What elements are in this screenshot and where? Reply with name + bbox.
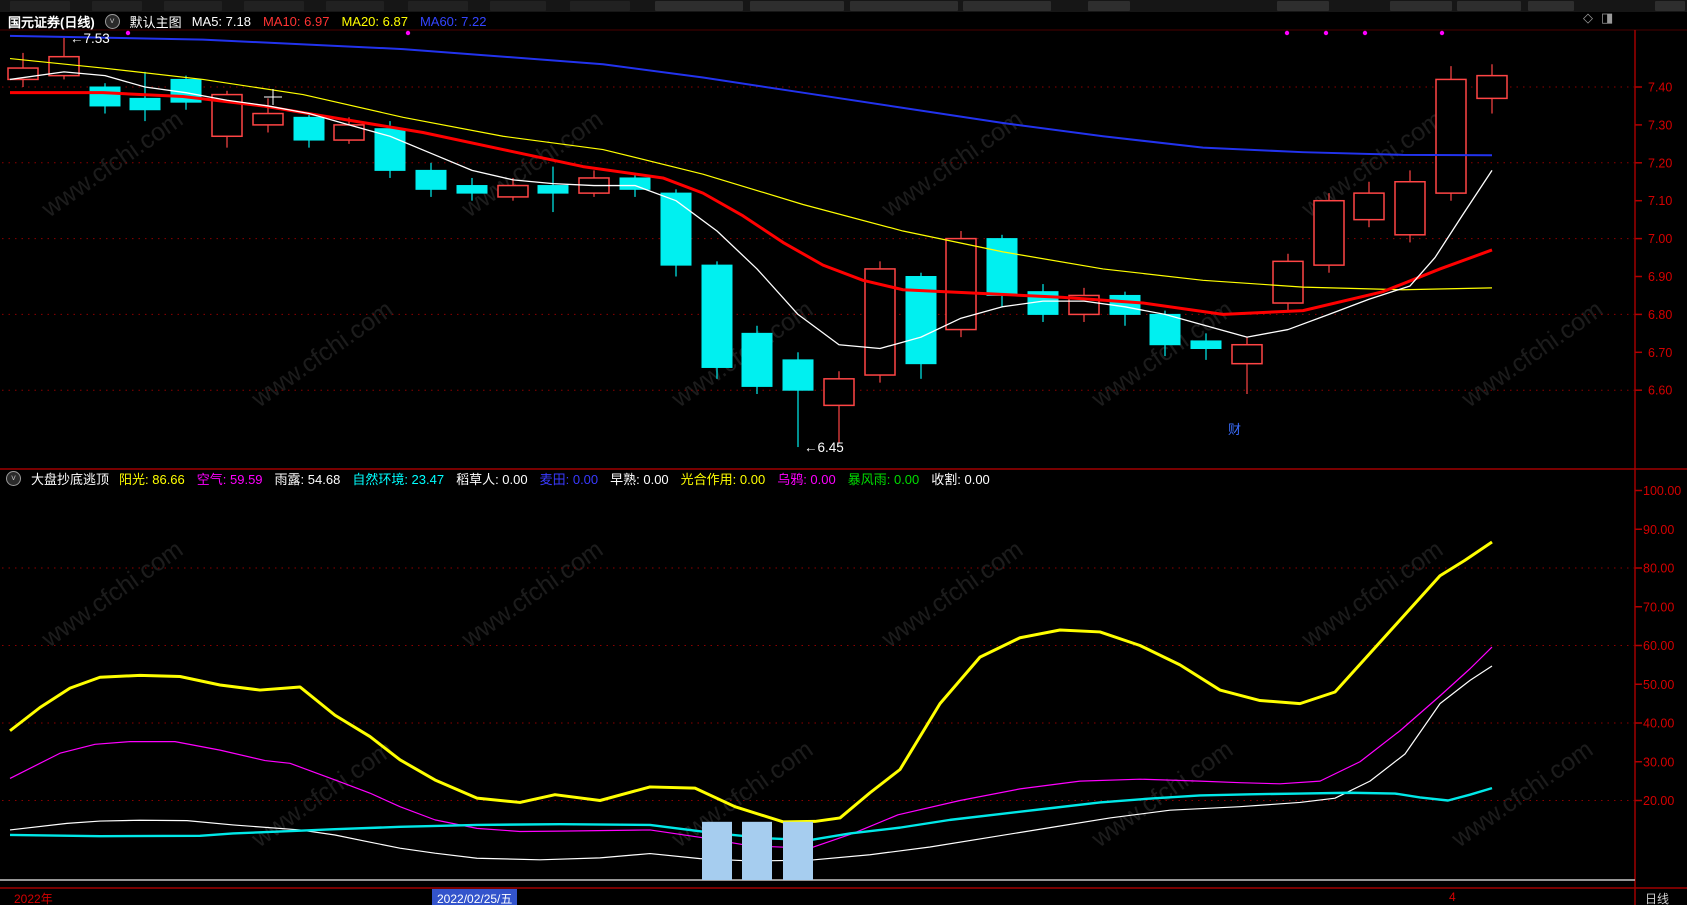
wuya-value: 乌鸦: 0.00	[777, 471, 836, 487]
candle	[986, 238, 1018, 296]
candle	[415, 169, 447, 190]
kongqi-value: 空气: 59.59	[196, 471, 263, 487]
candle	[1149, 313, 1181, 346]
candle	[252, 112, 284, 126]
candle	[456, 185, 488, 194]
candle	[89, 86, 121, 107]
indicator-name[interactable]: 大盘抄底逃顶	[31, 469, 109, 488]
layout-label[interactable]: 默认主图	[130, 12, 182, 31]
news-marker[interactable]: 财	[1228, 422, 1241, 437]
period-label[interactable]: 日线	[1645, 890, 1669, 905]
indicator-tick-label: 40.00	[1643, 717, 1674, 731]
price-tick-label: 7.30	[1648, 118, 1672, 132]
ma-line-MA20	[9, 57, 1493, 291]
chart-plot-area[interactable]: 7.40 7.30 7.20 7.10 7.00 6.90 6.80 6.70 6.60 100.…	[0, 0, 1687, 905]
signal-dot	[1439, 30, 1445, 36]
indicator-tick-label: 30.00	[1643, 755, 1674, 769]
high-price-label: ←7.53	[70, 31, 110, 46]
stock-app-window: www.cfchi.com www.cfchi.com www.cfchi.co…	[0, 0, 1687, 905]
price-tick-label: 7.20	[1648, 156, 1672, 170]
candle	[1272, 260, 1304, 304]
low-price-label: ←6.45	[804, 440, 844, 455]
ma20-value: MA20: 6.87	[341, 13, 408, 29]
guanghezuoyong-value: 光合作用: 0.00	[680, 471, 766, 487]
time-axis: 2022年 2022/02/25/五 4 日线	[0, 889, 1687, 905]
yulu-value: 雨露: 54.68	[274, 471, 341, 487]
year-label: 2022年	[14, 892, 53, 905]
zaoshu-value: 早熟: 0.00	[610, 471, 669, 487]
signal-dot	[1362, 30, 1368, 36]
chevron-down-icon[interactable]: ˅	[6, 470, 21, 486]
signal-dot	[1284, 30, 1290, 36]
candle	[823, 378, 855, 407]
candle	[1476, 74, 1508, 100]
candle	[537, 185, 569, 194]
candle	[1313, 199, 1345, 266]
candle	[1190, 340, 1222, 350]
yangguang-value: 阳光: 86.66	[119, 471, 185, 487]
signal-dot	[125, 30, 131, 36]
indicator-line-阳光	[9, 540, 1493, 824]
diamond-icon[interactable]: ◇	[1583, 10, 1593, 26]
ziranhuanjing-value: 自然环境: 23.47	[352, 471, 445, 487]
indicator-tick-label: 50.00	[1643, 678, 1674, 692]
crosshair-date-label: 2022/02/25/五	[432, 889, 518, 905]
candle	[701, 264, 733, 368]
price-tick-label: 6.80	[1648, 308, 1672, 322]
candle	[1435, 78, 1467, 194]
indicator-header: ˅ 大盘抄底逃顶 阳光: 86.66 空气: 59.59 雨露: 54.68 自然环境…	[0, 469, 1687, 488]
month-label: 4	[1449, 890, 1456, 904]
price-tick-label: 7.40	[1648, 81, 1672, 95]
signal-dot	[405, 30, 411, 36]
baofengyu-value: 暴风雨: 0.00	[847, 471, 920, 487]
candle	[374, 128, 406, 171]
ma5-value: MA5: 7.18	[191, 13, 251, 29]
indicator-tick-label: 70.00	[1643, 600, 1674, 614]
indicator-tick-label: 80.00	[1643, 562, 1674, 576]
ma60-value: MA60: 7.22	[419, 13, 487, 29]
candle	[660, 192, 692, 266]
signal-dot	[1323, 30, 1329, 36]
price-tick-label: 7.10	[1648, 194, 1672, 208]
candle	[293, 116, 325, 141]
candle	[782, 359, 814, 391]
ma10-value: MA10: 6.97	[262, 13, 330, 29]
header-corner-icons: ◇ ◨	[1583, 10, 1613, 26]
candle	[741, 332, 773, 387]
indicator-values: 阳光: 86.66 空气: 59.59 雨露: 54.68 自然环境: 23.47 稻草…	[119, 469, 1002, 488]
signal-bar	[742, 821, 772, 880]
price-tick-label: 6.70	[1648, 346, 1672, 360]
shouge-value: 收割: 0.00	[931, 471, 990, 487]
candle	[1231, 343, 1263, 365]
indicator-tick-label: 60.00	[1643, 639, 1674, 653]
indicator-tick-label: 90.00	[1643, 523, 1674, 537]
main-chart-header: 国元证券(日线) ˅ 默认主图 MA5: 7.18 MA10: 6.97 MA20:…	[0, 12, 1687, 30]
daocaoren-value: 稻草人: 0.00	[456, 471, 528, 487]
signal-bar	[783, 821, 813, 880]
price-tick-label: 6.60	[1648, 384, 1672, 398]
indicator-line-空气	[9, 646, 1493, 849]
maitian-value: 麦田: 0.00	[539, 471, 599, 487]
candle	[1353, 192, 1385, 221]
ma-values: MA5: 7.18 MA10: 6.97 MA20: 6.87 MA60: 7.22	[192, 14, 499, 29]
candle	[619, 177, 651, 190]
price-tick-label: 7.00	[1648, 232, 1672, 246]
indicator-tick-label: 100.00	[1643, 484, 1681, 498]
chevron-down-icon[interactable]: ˅	[104, 13, 120, 29]
symbol-title: 国元证券(日线)	[8, 14, 95, 30]
price-tick-label: 6.90	[1648, 270, 1672, 284]
split-pane-icon[interactable]: ◨	[1601, 10, 1613, 26]
candle	[497, 184, 529, 198]
candle	[1394, 181, 1426, 236]
signal-bar	[702, 821, 732, 880]
indicator-tick-label: 20.00	[1643, 794, 1674, 808]
candle	[129, 97, 161, 111]
